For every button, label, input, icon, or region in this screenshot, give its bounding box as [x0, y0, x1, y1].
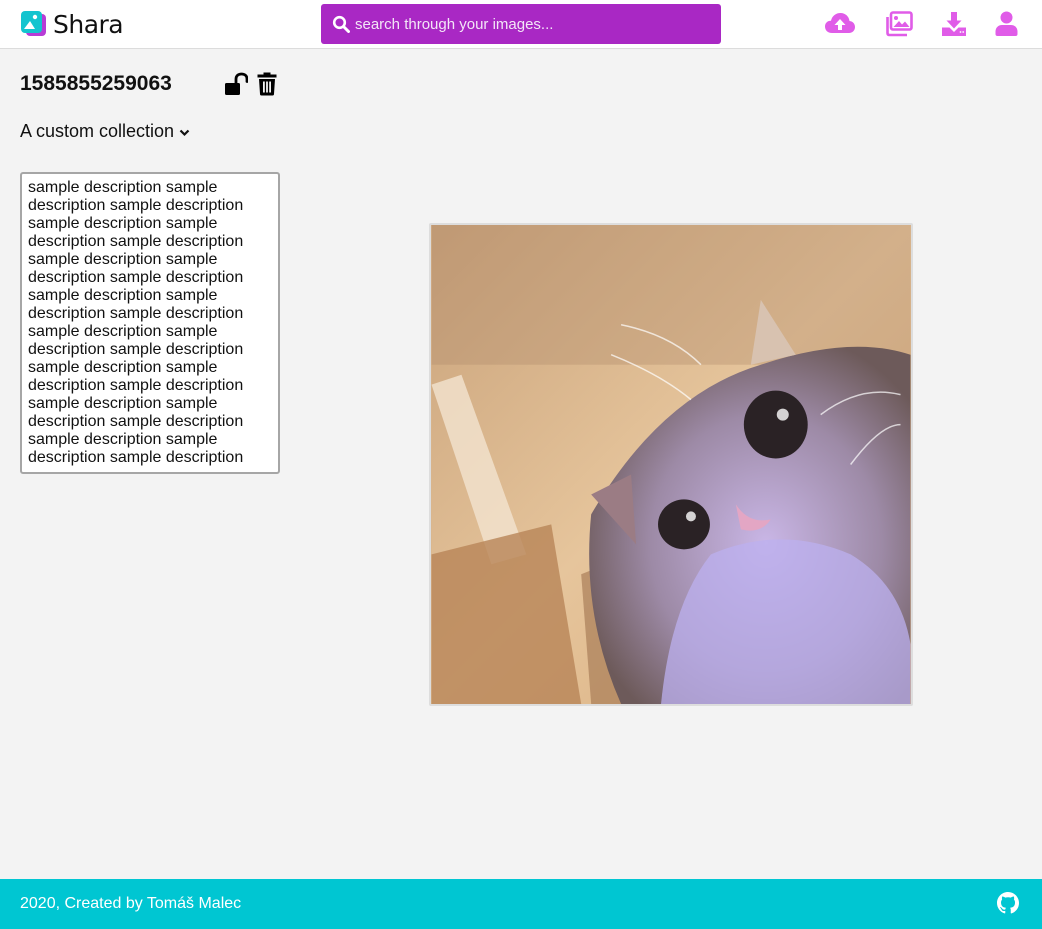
footer-credit: 2020, Created by Tomáš Malec: [20, 895, 242, 912]
top-navbar: Shara: [0, 0, 1042, 49]
app-logo[interactable]: Shara: [20, 9, 124, 39]
chevron-down-icon: [179, 129, 190, 137]
unlock-icon[interactable]: [224, 72, 248, 96]
search-bar[interactable]: [321, 4, 721, 44]
collection-dropdown[interactable]: A custom collection: [20, 121, 190, 142]
app-name: Shara: [53, 9, 124, 39]
description-textarea[interactable]: sample description sample description sa…: [20, 172, 280, 474]
logo-icon: [21, 11, 46, 36]
image-title: 1585855259063: [20, 72, 172, 95]
trash-icon[interactable]: [257, 72, 277, 96]
search-icon: [332, 15, 350, 33]
image-preview: [429, 223, 913, 706]
user-icon[interactable]: [995, 11, 1018, 37]
cat-photo: [431, 225, 911, 704]
upload-cloud-icon[interactable]: [824, 11, 856, 37]
collection-label: A custom collection: [20, 121, 175, 141]
download-icon[interactable]: [941, 11, 967, 37]
search-input[interactable]: [355, 15, 715, 33]
gallery-icon[interactable]: [885, 11, 913, 37]
footer: 2020, Created by Tomáš Malec: [0, 879, 1042, 929]
github-icon[interactable]: [997, 892, 1019, 914]
